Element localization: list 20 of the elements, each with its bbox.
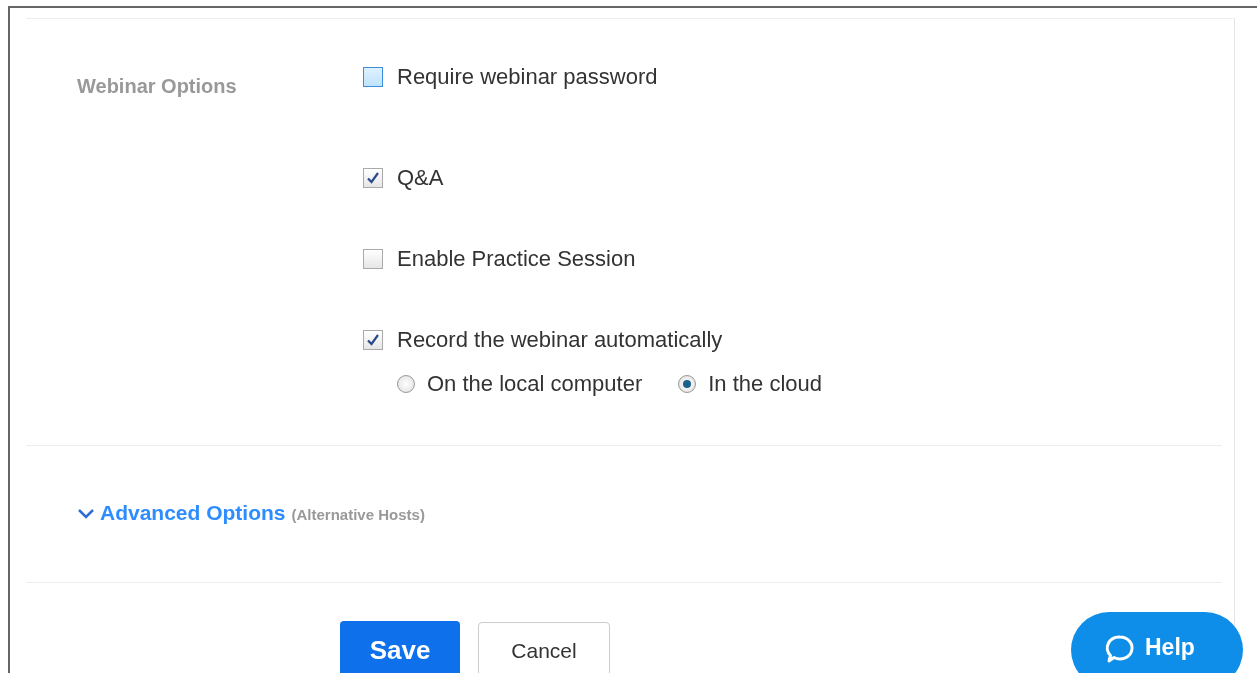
radio-button[interactable] (678, 375, 697, 393)
checkbox-label: Record the webinar automatically (397, 327, 723, 353)
cancel-button[interactable]: Cancel (478, 622, 610, 673)
checkbox-label: Q&A (397, 165, 444, 191)
chat-bubble-icon (1105, 634, 1135, 664)
chevron-down-icon (77, 507, 95, 519)
checkbox-label: Enable Practice Session (397, 246, 636, 272)
advanced-options-link[interactable]: Advanced Options (77, 501, 286, 525)
radio-button[interactable] (397, 375, 415, 393)
checkbox[interactable] (363, 67, 383, 87)
checkbox[interactable] (363, 249, 383, 269)
radio-label: On the local computer (427, 371, 643, 397)
checkbox[interactable] (363, 168, 383, 188)
checkbox-label: Require webinar password (397, 64, 658, 90)
checkbox[interactable] (363, 330, 383, 350)
advanced-options-note: (Alternative Hosts) (291, 506, 425, 523)
save-button[interactable]: Save (340, 621, 460, 673)
help-button[interactable]: Help (1071, 612, 1243, 673)
section-label: Webinar Options (77, 75, 238, 98)
radio-label: In the cloud (708, 371, 822, 397)
